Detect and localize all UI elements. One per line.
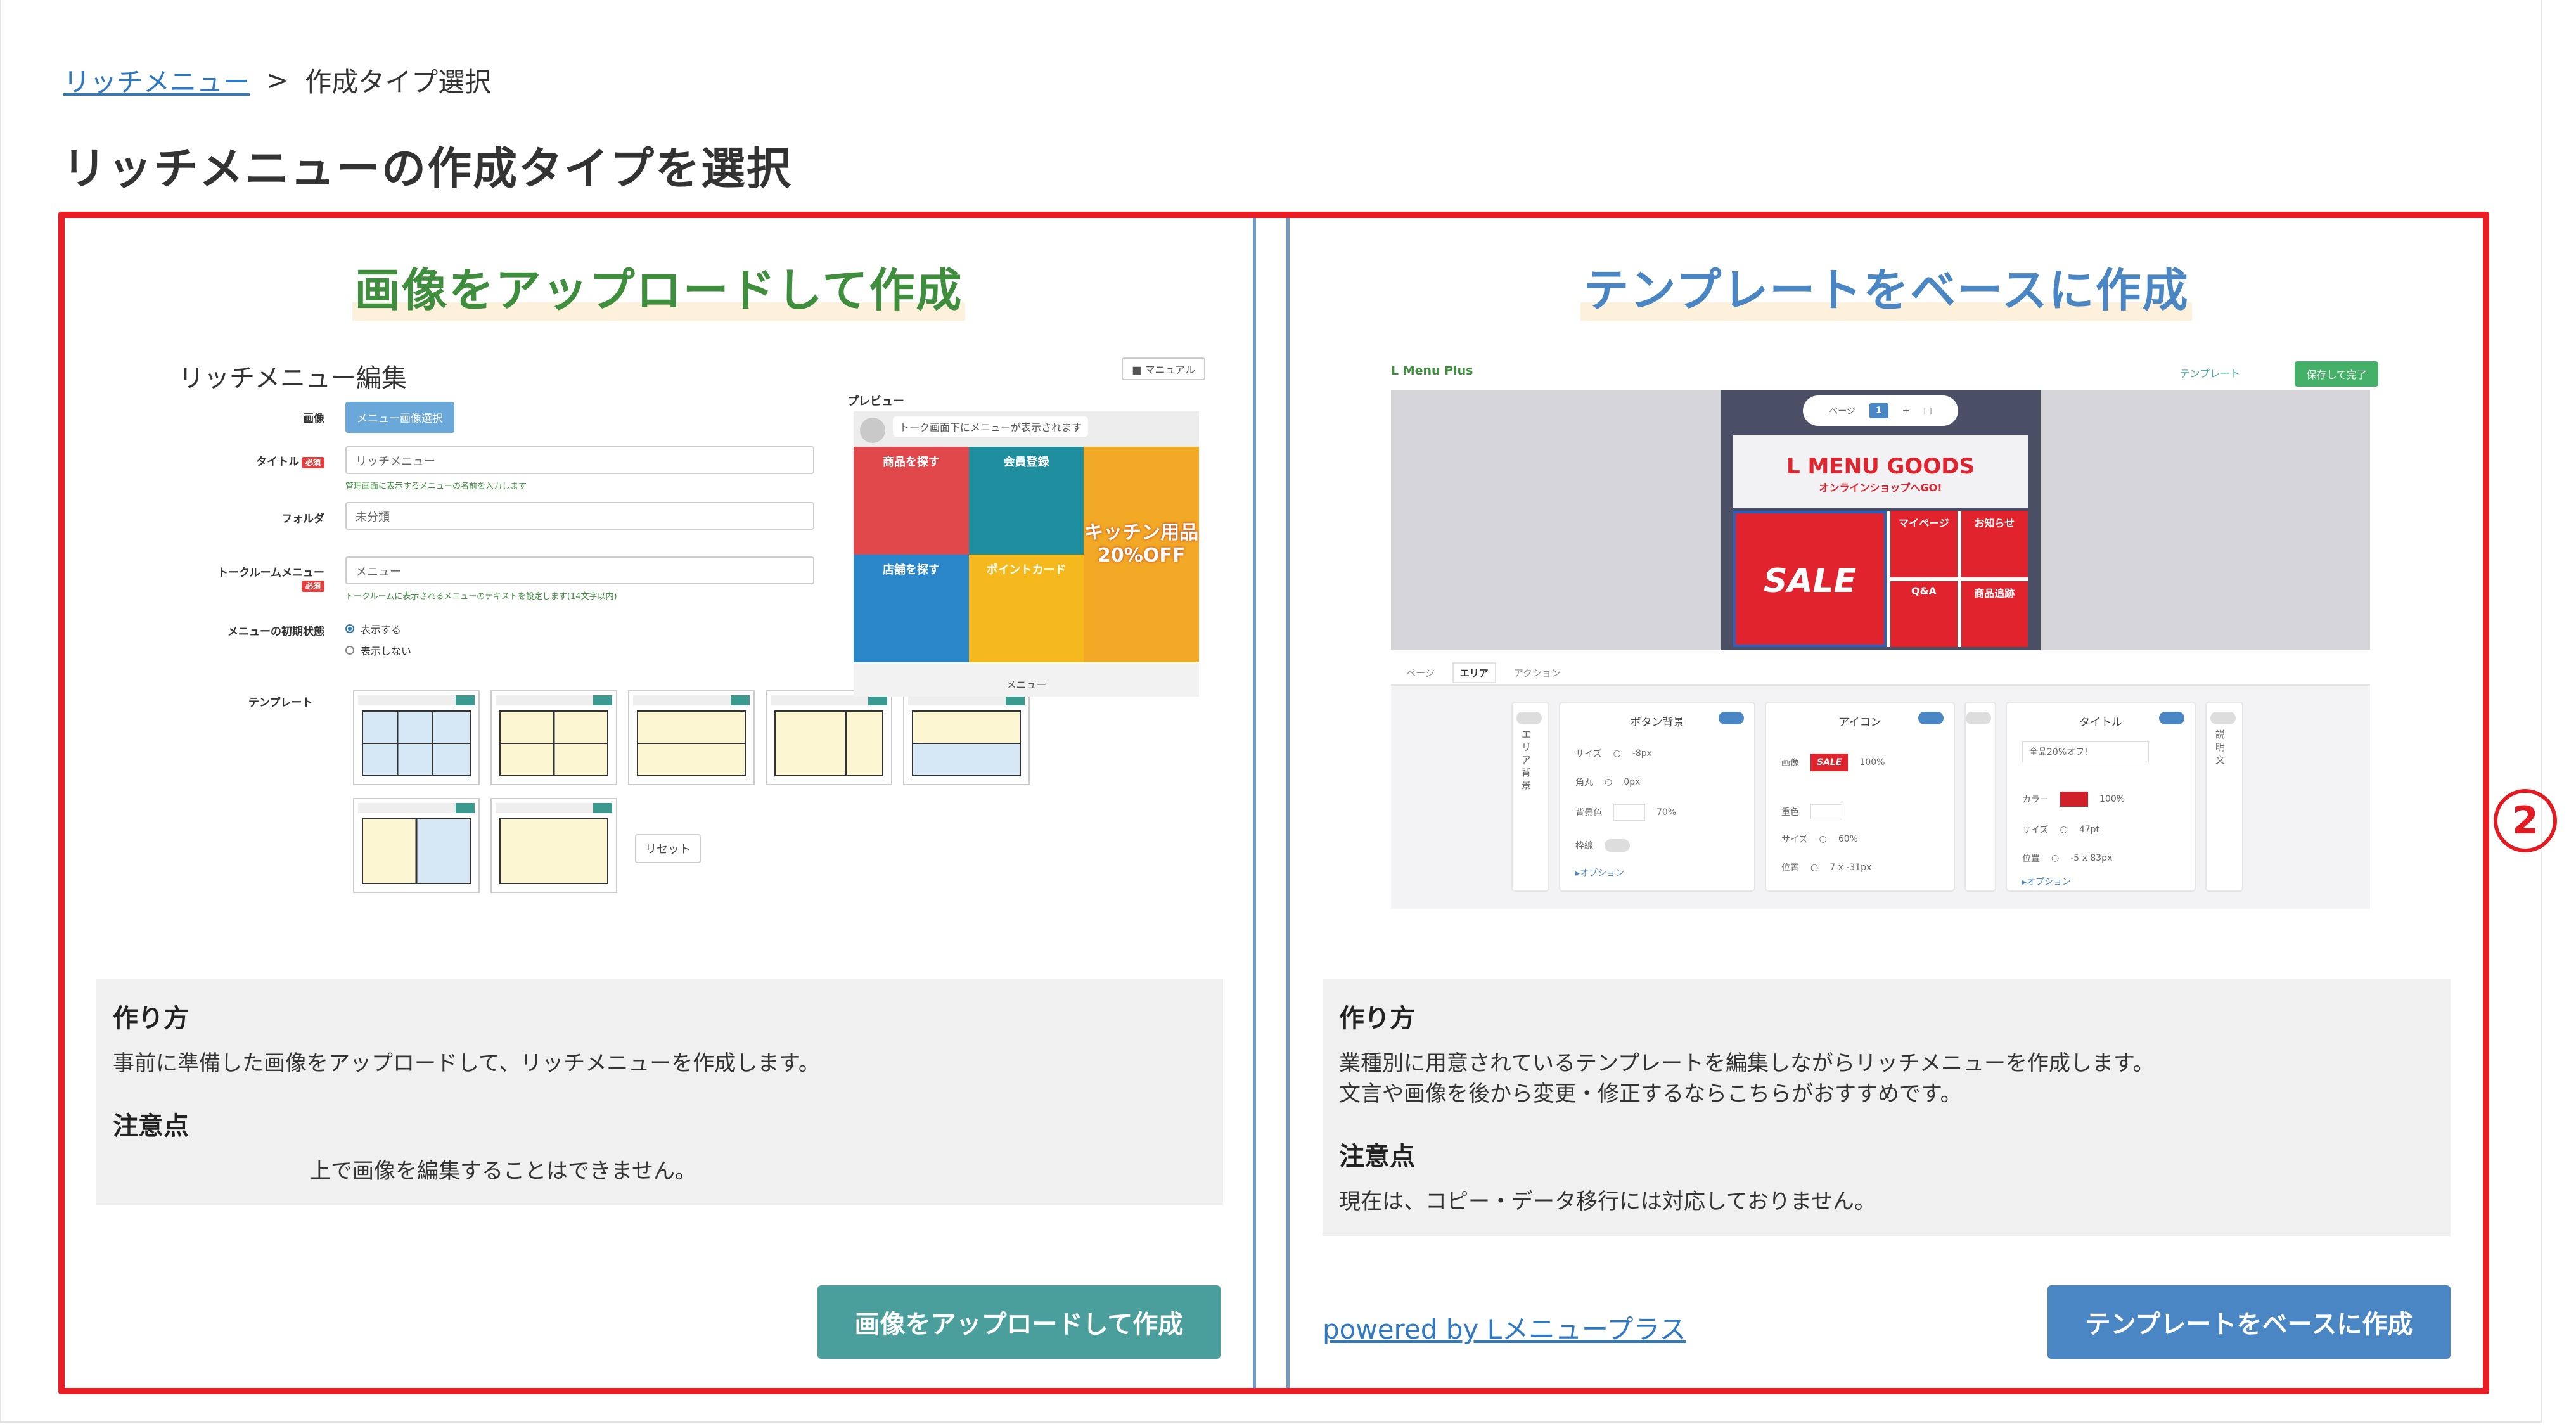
- howto-text-1: 業種別に用意されているテンプレートを編集しながらリッチメニューを作成します。: [1339, 1051, 2155, 1076]
- panel-icon: アイコン 画像 SALE 100% 重色 サイズ ○ 60% 位置 ○ 7 x -31px: [1765, 702, 1955, 892]
- radio-hide: 表示しない: [345, 643, 411, 658]
- editor-canvas: ページ 1 + □ L MENU GOODS オンラインショップへGO! SALE マイ…: [1391, 390, 2370, 650]
- editor-title: リッチメニュー編集: [179, 364, 407, 393]
- manual-button: ■ マニュアル: [1122, 357, 1205, 380]
- panel-title: タイトル 全品20%オフ! カラー 100% サイズ ○ 47pt 位置 ○ -5 x 8…: [2006, 702, 2196, 892]
- label-folder: フォルダ: [281, 513, 324, 525]
- template-thumb-7: [490, 798, 617, 893]
- template-thumb-1: [353, 690, 480, 785]
- lmenu-logo: L Menu Plus: [1391, 364, 1473, 378]
- breadcrumb-separator: >: [266, 65, 289, 96]
- goods-banner: L MENU GOODS オンラインショップへGO!: [1733, 435, 2028, 508]
- notes-heading: 注意点: [1339, 1142, 1415, 1171]
- template-thumb-2: [490, 690, 617, 785]
- talkroom-input: メニュー: [345, 556, 814, 584]
- property-panels: エリア背景 ボタン背景 サイズ ○ -8px 角丸 ○ 0px 背景色 70% 枠線 ▸オ…: [1391, 686, 2370, 909]
- upload-option-card: 画像をアップロードして作成 リッチメニュー編集 ■ マニュアル 画像 メニュー画…: [65, 218, 1256, 1388]
- breadcrumb-current: 作成タイプ選択: [305, 67, 492, 98]
- template-info-box: 作り方 業種別に用意されているテンプレートを編集しながらリッチメニューを作成しま…: [1323, 979, 2451, 1236]
- step-number-marker: 2: [2494, 789, 2557, 852]
- breadcrumb-link-richmenu[interactable]: リッチメニュー: [63, 61, 250, 100]
- panel-area-bg: エリア背景: [1511, 702, 1549, 892]
- tile-member: 会員登録: [968, 447, 1084, 555]
- lmenu-editor-screenshot: L Menu Plus テンプレート 保存して完了 ページ 1 + □ L MENU …: [1391, 361, 2386, 909]
- cell-tracking: 商品追跡: [1961, 581, 2028, 647]
- label-template: テンプレート: [248, 697, 313, 709]
- preview-label: プレビュー: [847, 395, 904, 408]
- label-initial-state: メニューの初期状態: [227, 626, 324, 638]
- folder-select: 未分類: [345, 502, 814, 530]
- avatar: [860, 418, 885, 443]
- tile-search-products: 商品を探す: [854, 447, 969, 555]
- template-thumb-3: [628, 690, 755, 785]
- panel-description: 説明文: [2205, 702, 2243, 892]
- richmenu-editor-screenshot: リッチメニュー編集 ■ マニュアル 画像 メニュー画像選択 タイトル 必須 リッチ…: [179, 357, 1205, 915]
- tab-action: アクション: [1513, 667, 1561, 679]
- tile-point-card: ポイントカード: [968, 555, 1084, 662]
- upload-create-button[interactable]: 画像をアップロードして作成: [817, 1285, 1221, 1359]
- tile-kitchen-sale: キッチン用品 20%OFF: [1084, 447, 1199, 662]
- notes-text: 現在は、コピー・データ移行には対応しておりません。: [1339, 1189, 1876, 1214]
- howto-text-2: 文言や画像を後から変更・修正するならこちらがおすすめです。: [1339, 1081, 1962, 1107]
- template-option-title: テンプレートをベースに作成: [1290, 253, 2483, 321]
- template-create-button[interactable]: テンプレートをベースに作成: [2047, 1285, 2451, 1359]
- panel-spacer: [1964, 702, 1996, 892]
- howto-heading: 作り方: [1339, 1004, 1415, 1033]
- label-talkroom: トークルームメニュー 必須: [217, 567, 324, 592]
- richmenu-image: ページ 1 + □ L MENU GOODS オンラインショップへGO! SALE マイ…: [1721, 390, 2041, 650]
- editor-tabs: ページ エリア アクション: [1391, 660, 2370, 686]
- label-title: タイトル 必須: [179, 453, 324, 468]
- title-input: リッチメニュー: [345, 446, 814, 474]
- cell-mypage: マイページ: [1890, 511, 1958, 577]
- powered-by-link[interactable]: powered by Lメニュープラス: [1323, 1308, 1686, 1347]
- page: リッチメニュー > 作成タイプ選択 リッチメニューの作成タイプを選択 画像をアッ…: [0, 0, 2576, 1426]
- goods-menu-grid: SALE マイページ お知らせ Q&A 商品追跡: [1733, 511, 2028, 647]
- panel-button-bg: ボタン背景 サイズ ○ -8px 角丸 ○ 0px 背景色 70% 枠線 ▸オプション: [1559, 702, 1755, 892]
- page-title: リッチメニューの作成タイプを選択: [62, 143, 792, 195]
- preview-tiles: 商品を探す 会員登録 キッチン用品 20%OFF 店舗を探す ポイントカード: [854, 447, 1199, 662]
- template-link: テンプレート: [2179, 368, 2240, 380]
- howto-text: 事前に準備した画像をアップロードして、リッチメニューを作成します。: [113, 1051, 820, 1076]
- howto-heading: 作り方: [113, 1004, 189, 1033]
- title-hint: 管理画面に表示するメニューの名前を入力します: [345, 482, 527, 491]
- page-switcher: ページ 1 + □: [1803, 395, 1958, 426]
- preview-menu-bar: メニュー: [854, 664, 1199, 697]
- save-complete-button: 保存して完了: [2295, 361, 2378, 387]
- tab-page: ページ: [1406, 667, 1435, 679]
- talkroom-hint: トークルームに表示されるメニューのテキストを設定します(14文字以内): [345, 592, 617, 601]
- sale-tile: SALE: [1733, 511, 1887, 647]
- preview-message: トーク画面下にメニューが表示されます: [854, 411, 1199, 447]
- cell-qa: Q&A: [1890, 581, 1958, 647]
- cell-news: お知らせ: [1961, 511, 2028, 577]
- reset-button: リセット: [635, 834, 701, 863]
- upload-option-title: 画像をアップロードして作成: [65, 253, 1253, 321]
- template-option-card: テンプレートをベースに作成 L Menu Plus テンプレート 保存して完了 …: [1286, 218, 2483, 1388]
- richmenu-preview: プレビュー トーク画面下にメニューが表示されます 商品を探す 会員登録 キッチン…: [847, 392, 1205, 716]
- tab-area: エリア: [1452, 662, 1496, 683]
- notes-text: 上で画像を編集することはできません。: [309, 1159, 696, 1184]
- select-image-button: メニュー画像選択: [345, 402, 454, 433]
- breadcrumb: リッチメニュー > 作成タイプ選択: [63, 61, 491, 100]
- template-thumb-6: [353, 798, 480, 893]
- notes-heading: 注意点: [113, 1112, 189, 1141]
- tile-search-stores: 店舗を探す: [854, 555, 969, 662]
- upload-info-box: 作り方 事前に準備した画像をアップロードして、リッチメニューを作成します。 注意…: [96, 979, 1223, 1205]
- radio-show: 表示する: [345, 621, 401, 636]
- label-image: 画像: [303, 413, 324, 425]
